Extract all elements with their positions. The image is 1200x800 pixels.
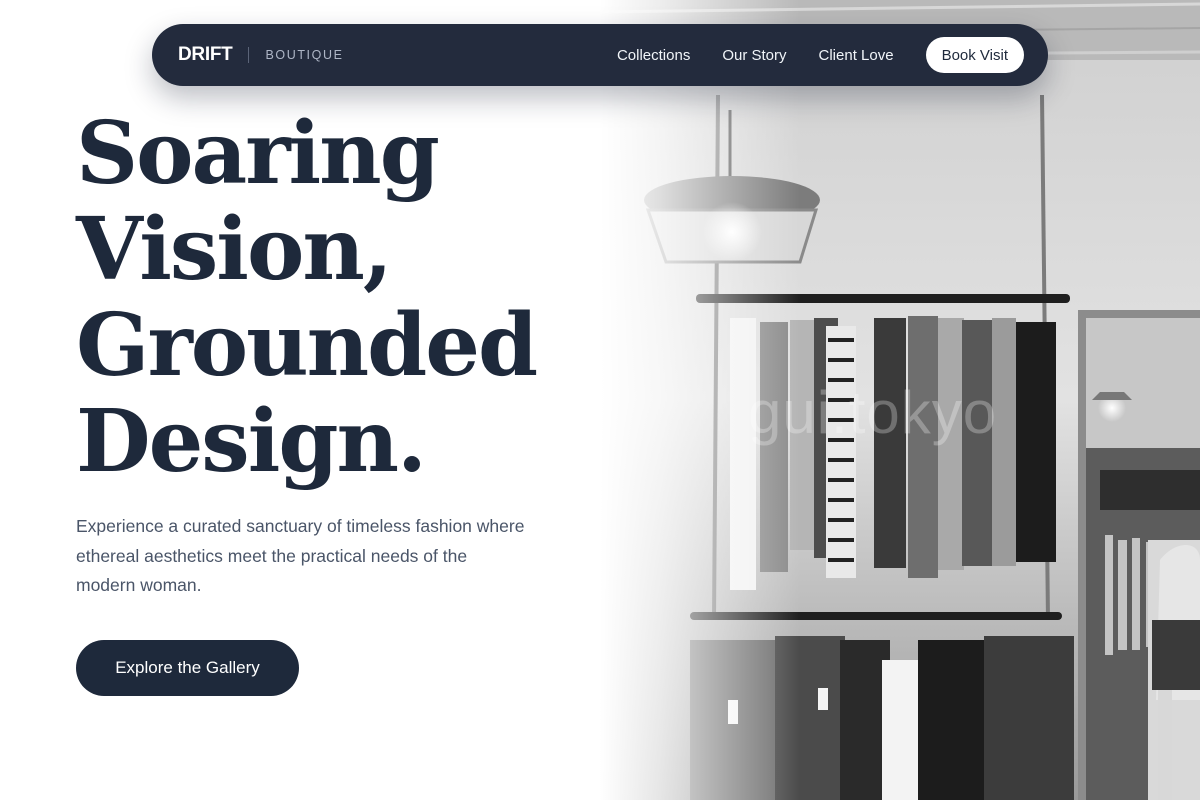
nav-links: Collections Our Story Client Love Book V… — [617, 37, 1024, 73]
hero-headline: Soaring Vision, Grounded Design. — [76, 103, 538, 492]
nav-link-collections[interactable]: Collections — [617, 47, 690, 64]
brand-logo: DRIFT — [178, 44, 233, 65]
headline-line: Vision, — [76, 199, 393, 300]
image-watermark: gui.tokyo — [748, 379, 998, 446]
book-visit-button[interactable]: Book Visit — [925, 37, 1024, 73]
headline-line: Design. — [76, 391, 427, 492]
headline-line: Soaring — [76, 103, 440, 204]
explore-gallery-button[interactable]: Explore the Gallery — [76, 640, 299, 696]
top-nav: DRIFT BOUTIQUE Collections Our Story Cli… — [152, 24, 1048, 86]
hero-image: gui.tokyo — [600, 0, 1200, 800]
brand-subtitle: BOUTIQUE — [265, 48, 344, 62]
brand[interactable]: DRIFT BOUTIQUE — [178, 44, 344, 66]
hero-subtext: Experience a curated sanctuary of timele… — [76, 516, 525, 595]
nav-link-client-love[interactable]: Client Love — [819, 47, 894, 64]
brand-divider — [248, 47, 250, 63]
headline-line: Grounded — [76, 295, 538, 396]
nav-link-our-story[interactable]: Our Story — [722, 47, 786, 64]
